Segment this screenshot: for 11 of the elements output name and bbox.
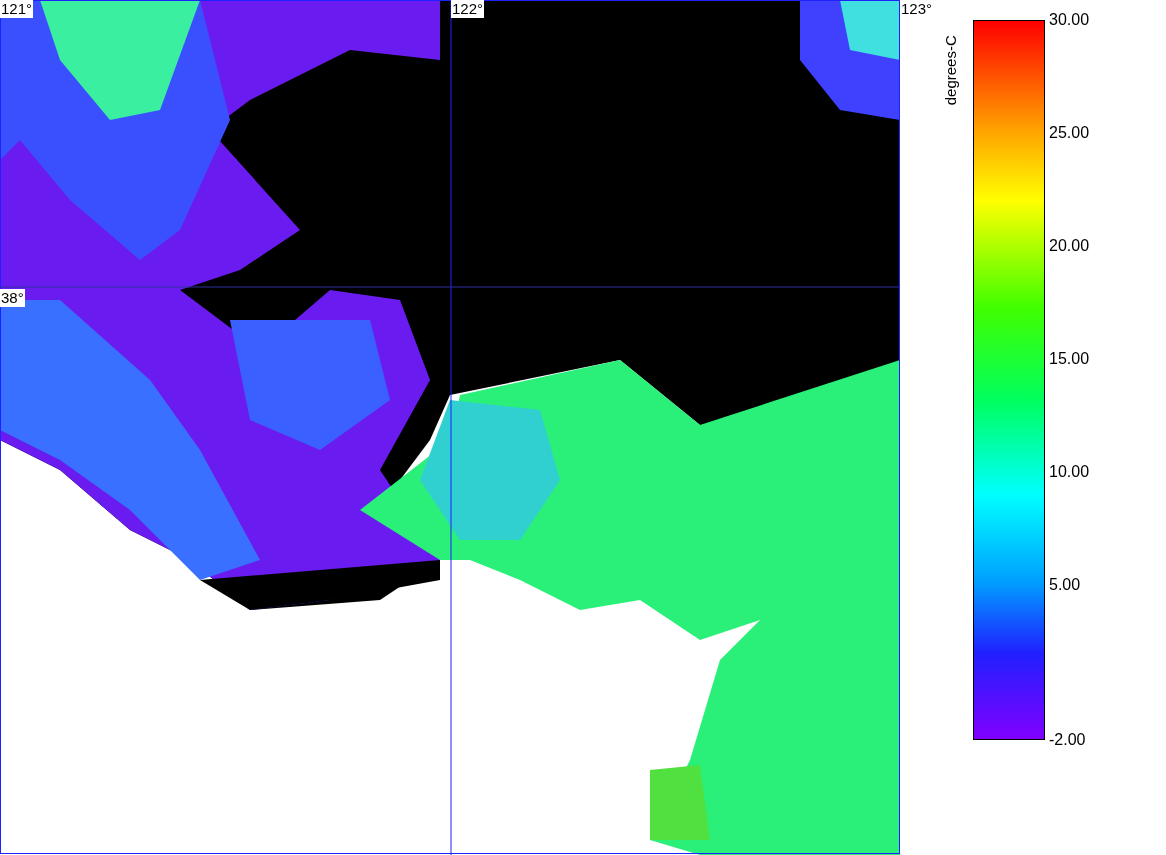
latitude-label: 38° <box>0 289 25 307</box>
longitude-label: 121° <box>0 0 34 18</box>
longitude-label: 122° <box>451 0 485 18</box>
colorbar-title: degrees-C <box>941 34 960 107</box>
colorbar-tick-label: -2.00 <box>1049 731 1086 749</box>
colorbar-tick-label: 30.00 <box>1049 11 1090 29</box>
colorbar-tick-label: 10.00 <box>1049 463 1090 481</box>
colorbar-tick-label: 25.00 <box>1049 124 1090 142</box>
colorbar-tick-label: 5.00 <box>1049 576 1081 594</box>
colorbar-tick-label: 20.00 <box>1049 237 1090 255</box>
colorbar-tick-label: 15.00 <box>1049 350 1090 368</box>
